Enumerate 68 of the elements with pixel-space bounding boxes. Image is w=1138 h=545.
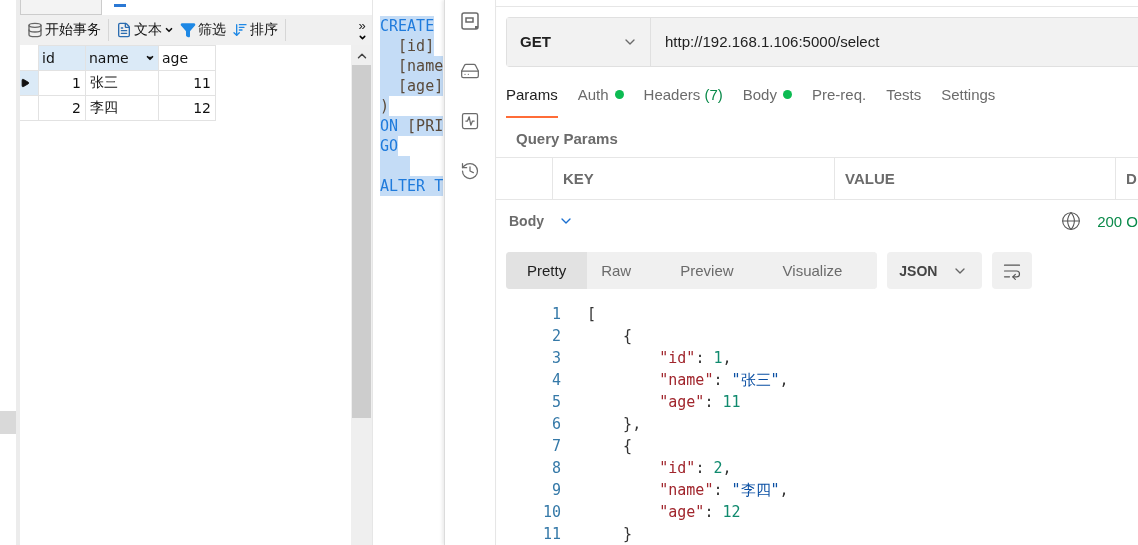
code-line: }, [622,414,642,435]
code-line: "id": 2, [658,458,732,479]
current-row-icon [20,78,30,88]
line-number: 2 [550,326,562,347]
toolbar-button[interactable]: 筛选 [177,17,229,43]
code-line: "age": 12 [658,502,741,523]
code-line: "age": 11 [658,392,741,413]
table-cell: 1 [38,70,86,96]
database-icon [27,22,43,38]
activity-icon[interactable] [460,111,480,131]
row-indicator[interactable] [20,70,39,96]
view-tab[interactable]: Pretty [506,252,588,289]
column-header[interactable]: name [85,45,159,71]
table-cell: 李四 [85,95,159,121]
code-line: "id": 1, [658,348,732,369]
request-tab[interactable]: Params [506,85,558,118]
response-dropdown[interactable]: Body [506,213,577,230]
document-icon [116,22,132,38]
line-number: 5 [550,392,562,413]
sort-icon [232,22,248,38]
request-tab[interactable]: Pre-req. [811,85,867,118]
column-header: D [1115,158,1138,199]
scrollbar-thumb[interactable] [352,65,371,418]
line-number: 8 [550,458,562,479]
line-number: 3 [550,348,562,369]
toolbar-button[interactable]: 开始事务 [24,17,104,43]
caret-icon [164,25,174,35]
format-dropdown[interactable]: JSON [887,252,983,289]
line-number: 9 [550,480,562,501]
request-tab[interactable]: Headers (7) [643,85,723,118]
code-line: } [622,524,633,545]
line-number: 4 [550,370,562,391]
column-header: KEY [552,158,834,199]
line-number: 10 [541,502,562,523]
line-number: 1 [550,304,562,325]
toolbar-button[interactable]: 排序 [229,17,281,43]
section-title: Query Params [515,128,619,148]
column-header: VALUE [834,158,1115,199]
table-cell: 张三 [85,70,159,96]
request-tab[interactable]: Tests [886,85,922,118]
line-number: 11 [541,524,562,545]
code-line: { [622,436,633,457]
tab-icon [114,4,126,7]
globe-icon [1061,211,1082,232]
overflow-button[interactable]: » [358,18,366,33]
status-code: 200 O [1097,212,1138,230]
line-number: 6 [550,414,562,435]
hard-drive-icon[interactable] [460,61,480,81]
funnel-icon [180,22,196,38]
splitter-handle[interactable] [0,411,16,434]
request-tab[interactable]: Settings [941,85,996,118]
code-line: "name": "张三", [658,370,789,391]
code-line: [ [587,304,597,325]
wrap-text-button[interactable] [992,252,1033,289]
window-icon[interactable] [460,11,480,31]
table-cell: 2 [38,95,86,121]
request-tab[interactable]: Auth [577,85,624,118]
column-header[interactable]: id [38,45,86,71]
code-line: "name": "李四", [658,480,789,501]
table-cell: 11 [158,70,216,96]
caret-icon[interactable] [145,53,155,63]
code-line: { [622,326,633,347]
toolbar-button[interactable]: 文本 [113,17,177,43]
line-number: 7 [550,436,562,457]
history-icon[interactable] [460,161,480,181]
table-cell: 12 [158,95,216,121]
column-header[interactable]: age [158,45,216,71]
request-tab[interactable]: Body [742,85,792,118]
